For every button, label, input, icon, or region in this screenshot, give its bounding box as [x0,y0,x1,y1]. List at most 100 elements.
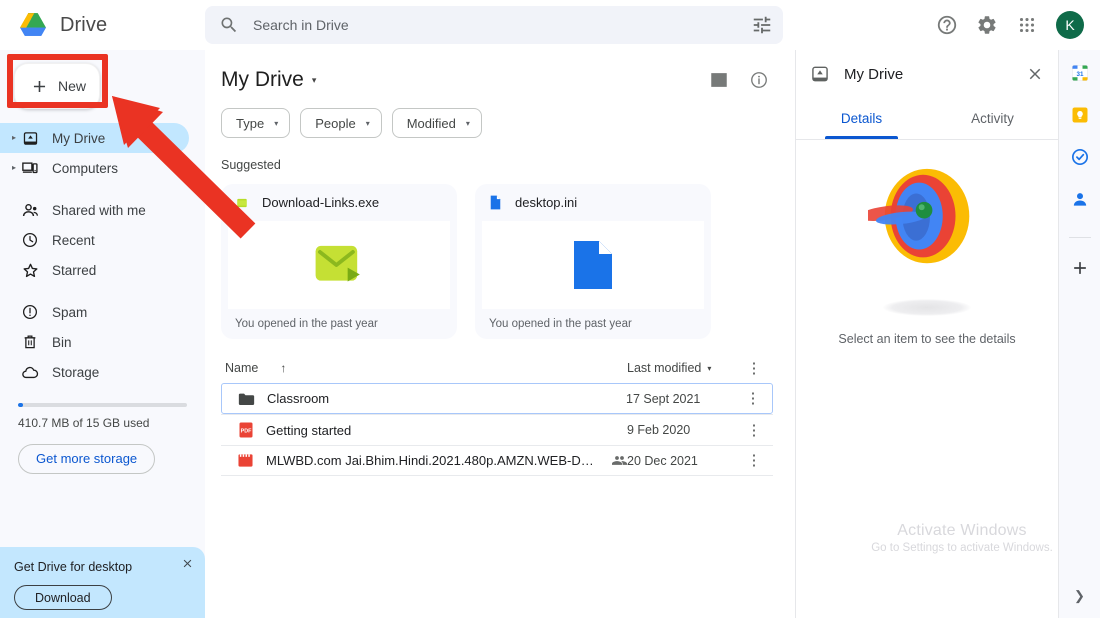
download-button[interactable]: Download [14,585,112,610]
tab-details[interactable]: Details [796,98,927,139]
kebab-menu-icon[interactable]: ⋮ [747,453,762,468]
sidebar-item-recent[interactable]: Recent [0,225,189,255]
sidebar-item-label: Recent [52,232,95,248]
chevron-down-icon: ▾ [465,118,470,128]
top-bar-icons: K [936,11,1100,39]
column-header-name[interactable]: Name ↑ [225,361,627,375]
new-button-label: New [58,78,87,94]
plus-icon[interactable] [1070,258,1090,278]
tune-filter-icon[interactable] [751,14,773,36]
tab-label: Details [840,111,883,126]
tab-activity[interactable]: Activity [927,98,1058,139]
plus-icon [33,80,46,92]
row-file-name: MLWBD.com Jai.Bhim.Hindi.2021.480p.AMZN.… [266,453,594,468]
suggested-cards: Download-Links.exe You opened in the pas… [221,184,785,339]
recent-clock-icon [20,230,40,250]
sidebar-item-storage[interactable]: Storage [0,357,189,387]
suggested-card[interactable]: Download-Links.exe You opened in the pas… [221,184,457,339]
row-file-name: Classroom [267,391,330,406]
card-file-name: desktop.ini [515,195,578,210]
get-more-storage-button[interactable]: Get more storage [18,443,156,474]
folder-icon [238,390,255,407]
google-calendar-icon[interactable]: 31 [1070,63,1090,83]
help-icon[interactable] [936,14,958,36]
close-icon[interactable] [181,557,194,570]
row-last-modified: 17 Sept 2021 [626,391,701,406]
row-more-cell: ⋮ [738,391,768,406]
sidebar-item-bin[interactable]: Bin [0,327,189,357]
sidebar-item-shared-with-me[interactable]: Shared with me [0,195,189,225]
avatar[interactable]: K [1056,11,1084,39]
computers-icon [20,158,40,178]
svg-text:31: 31 [1076,71,1083,78]
card-header: Download-Links.exe [221,184,457,221]
details-panel-header: My Drive [796,50,1058,98]
chevron-down-icon: ▾ [274,118,279,128]
sidebar-item-starred[interactable]: Starred [0,255,189,285]
chevron-down-icon: ▾ [365,118,370,128]
grid-view-icon[interactable] [709,70,729,90]
google-drive-logo [20,12,46,36]
sidebar-item-label: Storage [52,364,100,380]
suggested-card[interactable]: desktop.ini You opened in the past year [475,184,711,339]
sidebar-item-label: Spam [52,304,88,320]
chevron-right-icon[interactable]: ❯ [1074,588,1085,604]
watermark-line-2: Go to Settings to activate Windows. [871,542,1053,554]
search-bar[interactable] [205,6,783,44]
promo-title: Get Drive for desktop [14,560,133,574]
row-last-modified: 20 Dec 2021 [627,453,698,468]
page-title[interactable]: My Drive ▾ [221,68,316,92]
sidebar-item-label: Shared with me [52,202,146,218]
file-list-table: Name ↑ Last modified ▾ ⋮ Classroom 17 Se… [221,353,773,476]
brand-area[interactable]: Drive [0,0,205,50]
tab-label: Activity [971,111,1014,126]
card-header: desktop.ini [475,184,711,221]
chevron-down-icon[interactable]: ▾ [312,75,317,86]
table-row[interactable]: Classroom 17 Sept 2021 ⋮ [221,383,773,414]
info-icon[interactable] [749,70,769,90]
sidebar-item-my-drive[interactable]: ▸ My Drive [0,123,189,153]
sidebar-item-spam[interactable]: Spam [0,297,189,327]
filter-chip-label: Type [236,115,265,131]
sidebar-item-computers[interactable]: ▸ Computers [0,153,189,183]
google-contacts-icon[interactable] [1070,189,1090,209]
windows-activation-watermark: Activate Windows Go to Settings to activ… [862,522,1062,554]
storage-used-text: 410.7 MB of 15 GB used [18,415,150,430]
kebab-menu-icon[interactable]: ⋮ [747,361,762,376]
apps-grid-icon[interactable] [1016,14,1038,36]
shared-people-icon [612,456,627,465]
sort-ascending-icon[interactable]: ↑ [280,361,286,375]
storage-progress-bar [18,403,187,407]
spam-icon [20,302,40,322]
column-header-more: ⋮ [739,361,769,376]
main-content: My Drive ▾ Type ▾ People ▾ Modified ▾ Su… [205,50,785,618]
my-drive-icon [812,66,828,82]
table-row[interactable]: MLWBD.com Jai.Bhim.Hindi.2021.480p.AMZN.… [221,445,773,476]
kebab-menu-icon[interactable]: ⋮ [747,423,762,438]
expand-caret-icon[interactable]: ▸ [8,134,20,142]
table-row[interactable]: PDF Getting started 9 Feb 2020 ⋮ [221,414,773,445]
google-drive-window: Drive Search in Drive K New ▸ My Drive ▸… [0,0,1100,618]
search-area [205,6,936,44]
google-keep-icon[interactable] [1070,105,1090,125]
sidebar-item-label: Starred [52,262,97,278]
expand-caret-icon[interactable]: ▸ [8,164,20,172]
video-file-icon [237,452,254,469]
row-name-cell: MLWBD.com Jai.Bhim.Hindi.2021.480p.AMZN.… [225,452,627,469]
filter-chip-type[interactable]: Type ▾ [221,108,291,138]
search-input[interactable] [239,17,751,33]
column-header-last-modified[interactable]: Last modified ▾ [627,361,739,375]
row-name-cell: Classroom [226,390,626,407]
close-icon[interactable] [1026,65,1044,83]
card-meta: You opened in the past year [235,318,378,330]
kebab-menu-icon[interactable]: ⋮ [746,391,761,406]
my-drive-icon [20,128,40,148]
google-tasks-icon[interactable] [1070,147,1090,167]
card-file-name: Download-Links.exe [262,195,380,210]
filter-chip-modified[interactable]: Modified ▾ [391,108,482,138]
filter-chip-people[interactable]: People ▾ [300,108,382,138]
gear-icon[interactable] [976,14,998,36]
chevron-down-icon: ▾ [707,363,712,373]
new-button[interactable]: New [14,63,100,109]
